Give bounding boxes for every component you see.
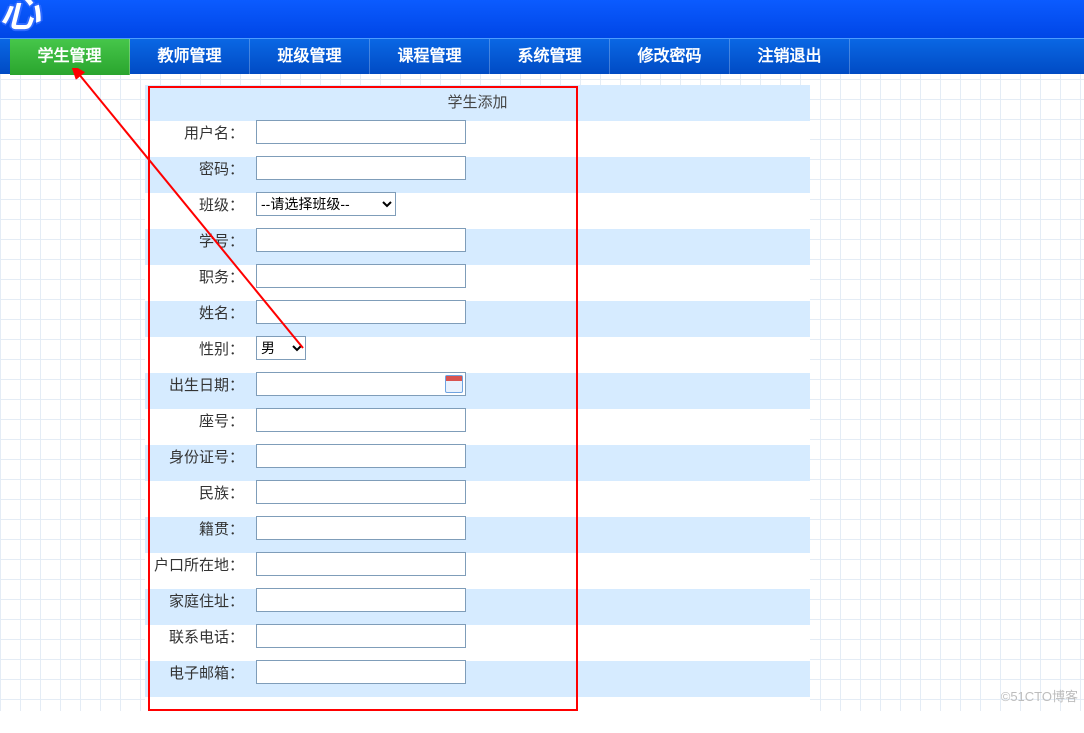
nav-system[interactable]: 系统管理 <box>490 39 610 75</box>
label-sid: 学号： <box>145 230 250 251</box>
label-gender: 性别： <box>145 338 250 359</box>
addr-input[interactable] <box>256 588 466 612</box>
calendar-icon[interactable] <box>445 375 463 393</box>
nav-course[interactable]: 课程管理 <box>370 39 490 75</box>
nav-logout[interactable]: 注销退出 <box>730 39 850 75</box>
nav-class[interactable]: 班级管理 <box>250 39 370 75</box>
label-name: 姓名： <box>145 302 250 323</box>
username-input[interactable] <box>256 120 466 144</box>
phone-input[interactable] <box>256 624 466 648</box>
label-password: 密码： <box>145 158 250 179</box>
label-addr: 家庭住址： <box>145 590 250 611</box>
email-input[interactable] <box>256 660 466 684</box>
name-input[interactable] <box>256 300 466 324</box>
sid-input[interactable] <box>256 228 466 252</box>
native-input[interactable] <box>256 516 466 540</box>
nav-student[interactable]: 学生管理 <box>10 39 130 75</box>
ethnic-input[interactable] <box>256 480 466 504</box>
label-email: 电子邮箱： <box>145 662 250 683</box>
birth-input[interactable] <box>256 372 466 396</box>
label-ethnic: 民族： <box>145 482 250 503</box>
label-duty: 职务： <box>145 266 250 287</box>
student-add-form: 学生添加 用户名： 密码： 班级： --请选择班级-- 学号： 职务： 姓名： … <box>145 85 810 690</box>
gender-select[interactable]: 男 <box>256 336 306 360</box>
label-class: 班级： <box>145 194 250 215</box>
label-native: 籍贯： <box>145 518 250 539</box>
label-username: 用户名： <box>145 122 250 143</box>
class-select[interactable]: --请选择班级-- <box>256 192 396 216</box>
hukou-input[interactable] <box>256 552 466 576</box>
label-seat: 座号： <box>145 410 250 431</box>
label-birth: 出生日期： <box>145 374 250 395</box>
form-title: 学生添加 <box>145 85 810 114</box>
nav-teacher[interactable]: 教师管理 <box>130 39 250 75</box>
watermark: ©51CTO博客 <box>1001 686 1078 705</box>
main-nav: 学生管理 教师管理 班级管理 课程管理 系统管理 修改密码 注销退出 <box>0 38 1084 74</box>
duty-input[interactable] <box>256 264 466 288</box>
label-idcard: 身份证号： <box>145 446 250 467</box>
label-hukou: 户口所在地： <box>145 554 250 575</box>
label-phone: 联系电话： <box>145 626 250 647</box>
idcard-input[interactable] <box>256 444 466 468</box>
seat-input[interactable] <box>256 408 466 432</box>
nav-password[interactable]: 修改密码 <box>610 39 730 75</box>
password-input[interactable] <box>256 156 466 180</box>
